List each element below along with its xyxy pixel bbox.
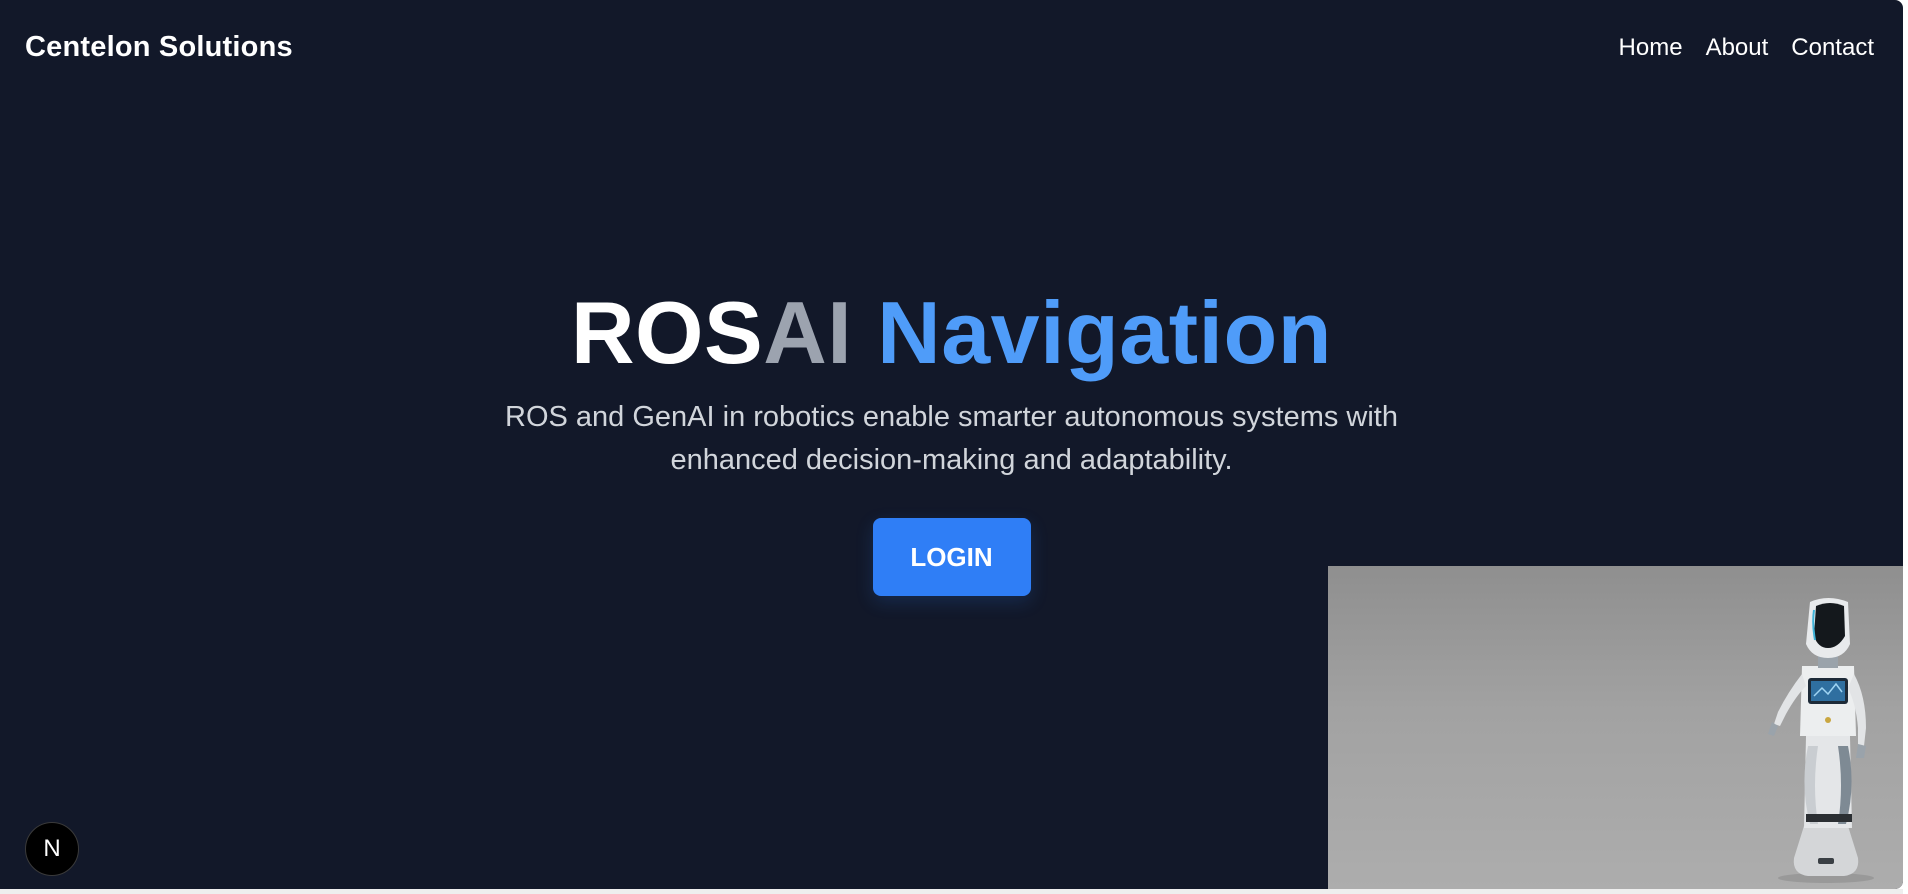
brand-logo[interactable]: Centelon Solutions <box>25 31 293 64</box>
robot-video-panel[interactable] <box>1328 566 1903 889</box>
nav-home-link[interactable]: Home <box>1619 34 1683 62</box>
title-ai: AI <box>763 283 853 382</box>
hero-section: ROSAI Navigation ROS and GenAI in roboti… <box>0 278 1903 596</box>
robot-image <box>1768 598 1874 883</box>
n-badge-icon[interactable]: N <box>25 822 79 876</box>
login-button[interactable]: LOGIN <box>872 518 1031 596</box>
page: Centelon Solutions Home About Contact RO… <box>0 0 1903 889</box>
nav-contact-link[interactable]: Contact <box>1791 34 1874 62</box>
hero-subtitle: ROS and GenAI in robotics enable smarter… <box>505 401 1398 476</box>
navbar: Centelon Solutions Home About Contact <box>0 0 1903 98</box>
title-navigation: Navigation <box>877 283 1332 382</box>
nav-about-link[interactable]: About <box>1706 34 1769 62</box>
page-bottom-edge <box>0 889 1903 894</box>
nav-links: Home About Contact <box>1619 34 1874 62</box>
hero-title: ROSAI Navigation <box>0 278 1903 388</box>
title-ros: ROS <box>571 283 764 382</box>
